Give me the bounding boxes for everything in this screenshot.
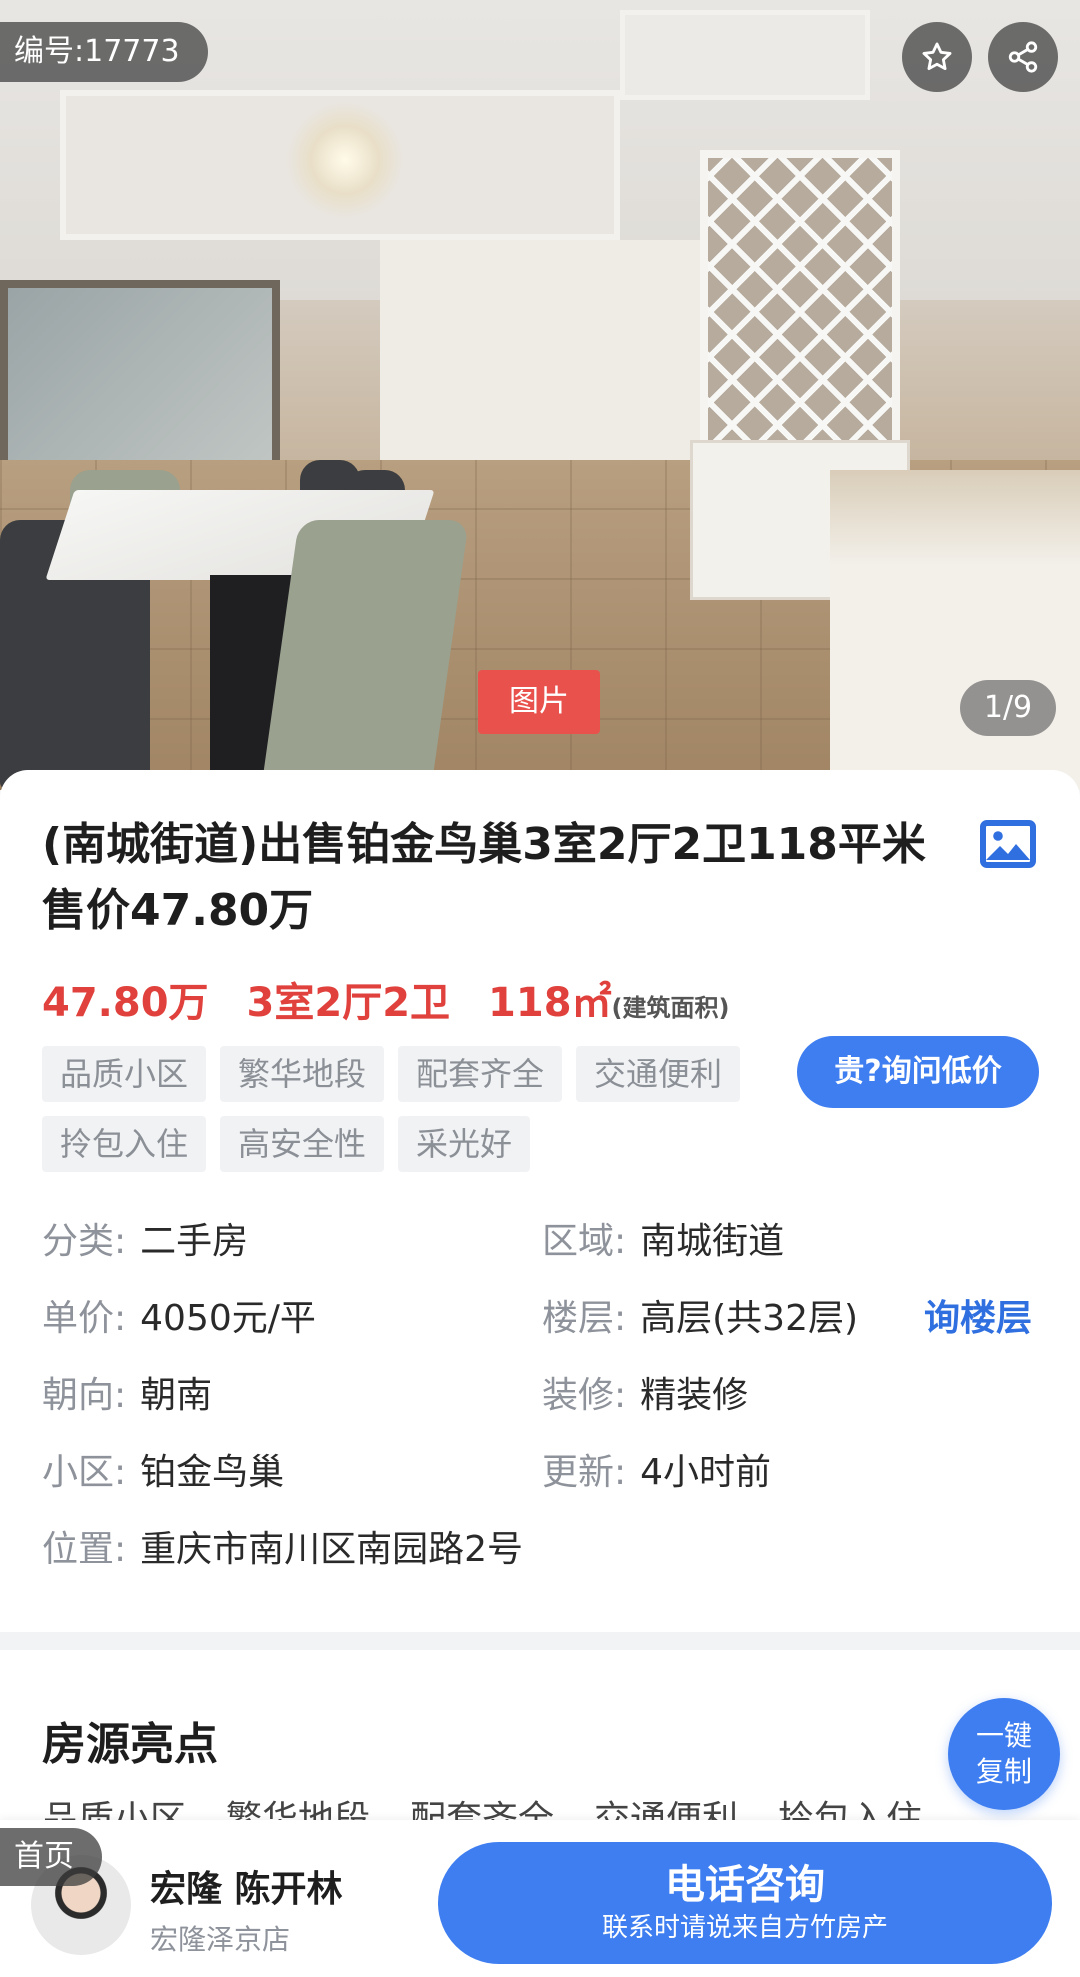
detail-updated: 更新: 4小时前 (542, 1450, 771, 1496)
feature-tag: 拎包入住 (42, 1116, 207, 1172)
feature-tag: 交通便利 (576, 1046, 741, 1102)
copy-button-line1: 一键 (975, 1719, 1032, 1752)
detail-value: 二手房 (140, 1221, 249, 1262)
feature-tag: 配套齐全 (398, 1046, 563, 1102)
detail-value: 重庆市南川区南园路2号 (140, 1529, 524, 1570)
listing-id-badge: 编号:17773 (0, 22, 208, 82)
detail-value: 4050元/平 (140, 1298, 316, 1339)
price: 47.80万 (42, 980, 209, 1026)
detail-floor: 楼层: 高层(共32层) (542, 1296, 858, 1342)
detail-value: 4小时前 (640, 1452, 772, 1493)
floor-area: 118㎡ (488, 980, 612, 1026)
detail-community: 小区: 铂金鸟巢 (42, 1450, 284, 1496)
photo-ceiling-tray-right (620, 10, 870, 100)
ask-low-price-button[interactable]: 贵?询问低价 (797, 1036, 1039, 1108)
photo-category-tag[interactable]: 图片 (478, 670, 600, 734)
photo-back-wall (380, 240, 710, 470)
detail-value: 高层(共32层) (640, 1298, 859, 1339)
bottom-contact-bar: 首页 宏隆 陈开林 宏隆泽京店 电话咨询 联系时请说来自方竹房产 (0, 1820, 1080, 1977)
photo-chandelier (285, 100, 405, 220)
listing-title: (南城街道)出售铂金鸟巢3室2厅2卫118平米 售价47.80万 (42, 819, 926, 936)
photo-counter: 1/9 (960, 680, 1056, 736)
detail-label: 单价: (42, 1298, 127, 1339)
share-icon (1008, 41, 1038, 73)
phone-consult-button[interactable]: 电话咨询 联系时请说来自方竹房产 (438, 1842, 1052, 1964)
detail-label: 装修: (542, 1375, 627, 1416)
highlights-title: 房源亮点 (42, 1719, 218, 1770)
call-button-note: 联系时请说来自方竹房产 (601, 1913, 888, 1943)
room-layout: 3室2厅2卫 (246, 980, 451, 1026)
agent-name: 宏隆 陈开林 (150, 1869, 343, 1910)
home-button[interactable]: 首页 (0, 1828, 102, 1886)
floor-area-note: (建筑面积) (611, 994, 730, 1022)
detail-unit-price: 单价: 4050元/平 (42, 1296, 316, 1342)
agent-store: 宏隆泽京店 (150, 1923, 291, 1956)
detail-value: 铂金鸟巢 (140, 1452, 285, 1493)
detail-label: 分类: (42, 1221, 127, 1262)
detail-label: 小区: (42, 1452, 127, 1493)
detail-label: 位置: (42, 1529, 127, 1570)
detail-location: 位置: 重庆市南川区南园路2号 (42, 1527, 523, 1573)
detail-label: 朝向: (42, 1375, 127, 1416)
call-button-label: 电话咨询 (665, 1862, 825, 1908)
key-metrics: 47.80万 3室2厅2卫 118㎡ (建筑面积) (42, 970, 729, 1030)
detail-decoration: 装修: 精装修 (542, 1373, 748, 1419)
star-icon (922, 42, 952, 71)
detail-label: 区域: (542, 1221, 627, 1262)
photo-lattice-partition (700, 150, 900, 450)
feature-tag: 高安全性 (220, 1116, 385, 1172)
ask-floor-link[interactable]: 询楼层 (924, 1296, 1032, 1342)
feature-tags: 品质小区 繁华地段 配套齐全 交通便利 拎包入住 高安全性 采光好 (42, 1046, 762, 1186)
feature-tag: 品质小区 (42, 1046, 207, 1102)
photo-counter (830, 470, 1080, 790)
gallery-icon[interactable] (980, 820, 1036, 868)
detail-label: 更新: (542, 1452, 627, 1493)
detail-value: 南城街道 (640, 1221, 785, 1262)
detail-category: 分类: 二手房 (42, 1219, 248, 1265)
feature-tag: 采光好 (398, 1116, 531, 1172)
listing-info-card: (南城街道)出售铂金鸟巢3室2厅2卫118平米 售价47.80万 47.80万 … (0, 770, 1080, 1632)
detail-value: 精装修 (640, 1375, 749, 1416)
favorite-button[interactable] (902, 22, 972, 92)
feature-tag: 繁华地段 (220, 1046, 385, 1102)
detail-label: 楼层: (542, 1298, 627, 1339)
detail-value: 朝南 (140, 1375, 213, 1416)
copy-button[interactable]: 一键 复制 (948, 1698, 1060, 1810)
share-button[interactable] (988, 22, 1058, 92)
copy-button-line2: 复制 (975, 1755, 1032, 1788)
listing-photo[interactable]: 编号:17773 图片 1/9 (0, 0, 1080, 790)
detail-region: 区域: 南城街道 (542, 1219, 784, 1265)
detail-orientation: 朝向: 朝南 (42, 1373, 212, 1419)
